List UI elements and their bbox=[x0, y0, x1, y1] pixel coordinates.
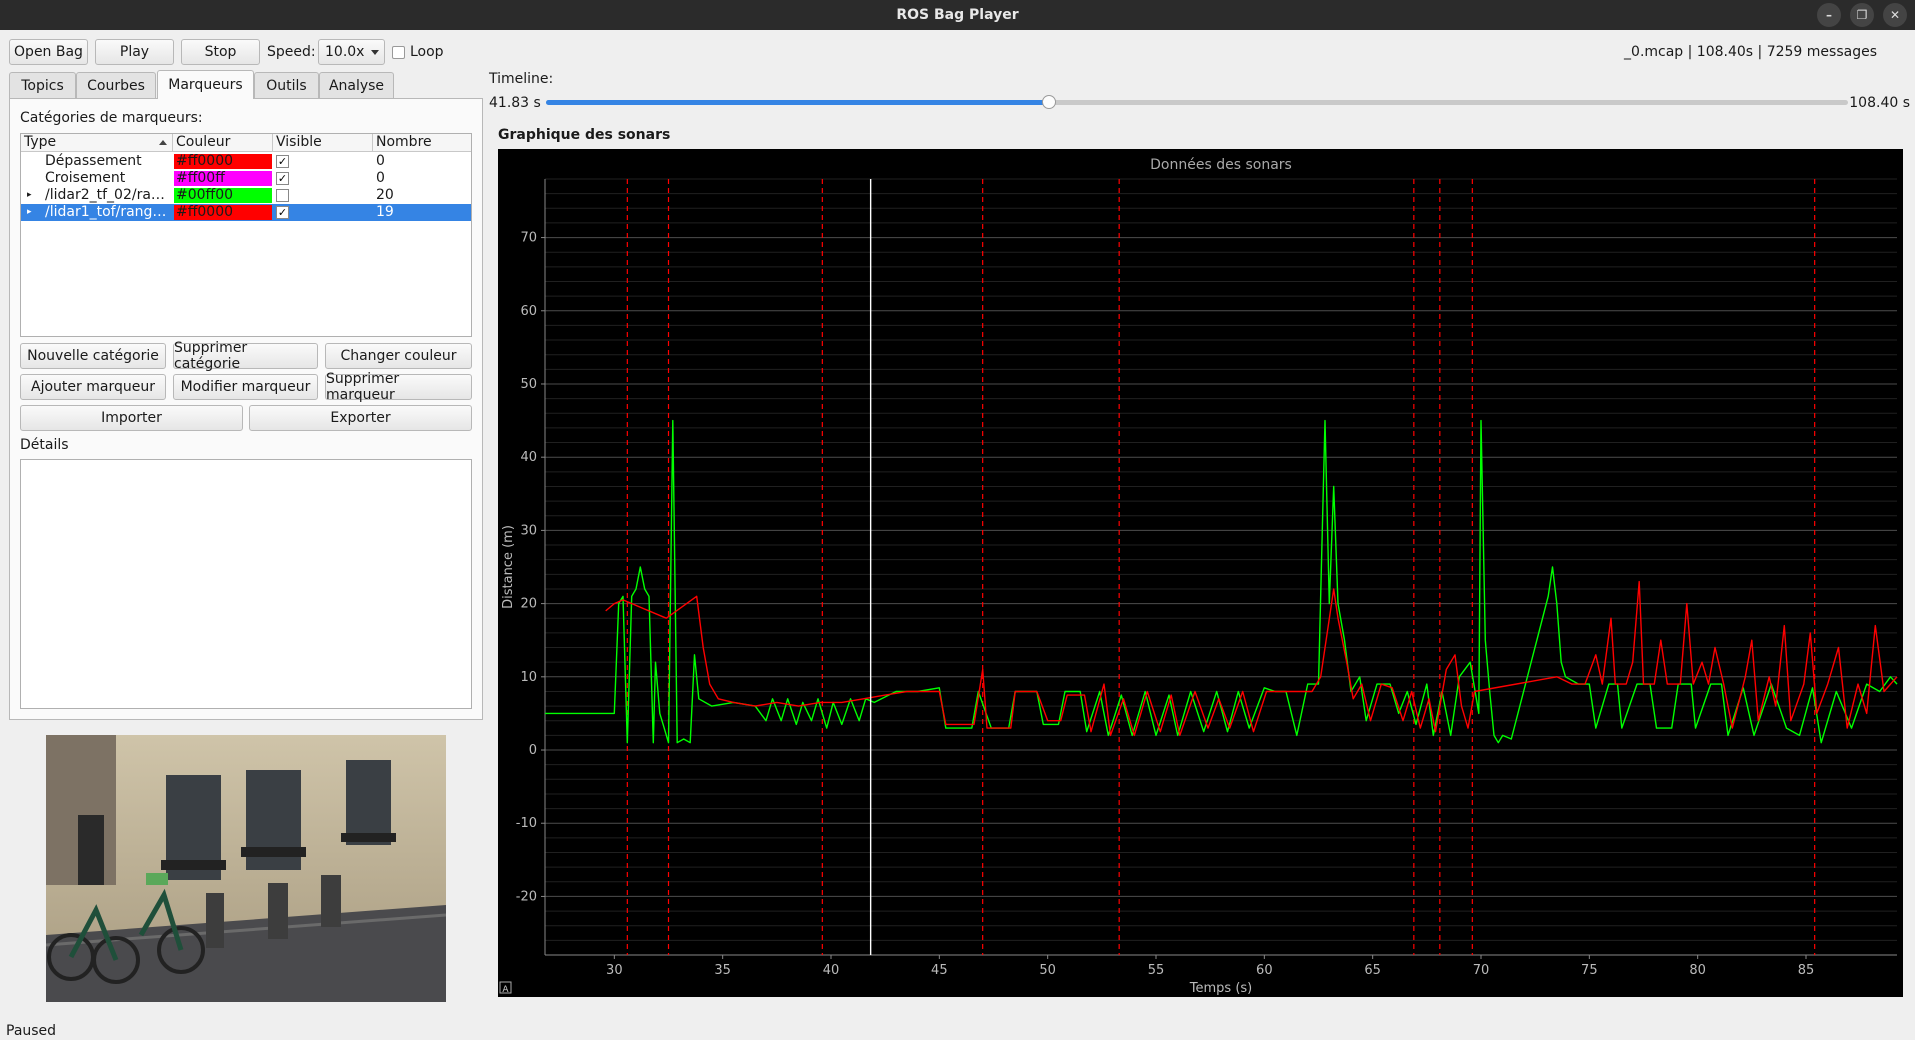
marker-type: Dépassement bbox=[45, 153, 142, 169]
new-category-button[interactable]: Nouvelle catégorie bbox=[20, 343, 166, 369]
visible-checkbox[interactable]: ✓ bbox=[276, 172, 289, 185]
column-header-type[interactable]: Type bbox=[21, 134, 173, 152]
tab-topics[interactable]: Topics bbox=[9, 72, 76, 98]
table-row[interactable]: Dépassement #ff0000 ✓ 0 bbox=[21, 153, 471, 170]
sort-ascending-icon bbox=[159, 140, 167, 145]
stop-button[interactable]: Stop bbox=[181, 39, 260, 65]
delete-marker-button[interactable]: Supprimer marqueur bbox=[325, 371, 472, 403]
window-title: ROS Bag Player bbox=[896, 7, 1019, 23]
x-tick-label: 65 bbox=[1364, 963, 1381, 978]
marker-count: 0 bbox=[376, 170, 385, 186]
chevron-down-icon bbox=[371, 50, 379, 55]
color-swatch[interactable]: #ff0000 bbox=[174, 154, 272, 169]
x-tick-label: 70 bbox=[1473, 963, 1490, 978]
visible-checkbox[interactable]: ✓ bbox=[276, 155, 289, 168]
y-tick-label: 10 bbox=[520, 670, 537, 685]
table-row[interactable]: ▸ /lidar2_tf_02/ra… #00ff00 20 bbox=[21, 187, 471, 204]
export-button[interactable]: Exporter bbox=[249, 405, 472, 431]
status-bar-text: Paused bbox=[6, 1023, 57, 1039]
x-tick-label: 35 bbox=[714, 963, 731, 978]
marker-count: 0 bbox=[376, 153, 385, 169]
timeline-end: 108.40 s bbox=[1849, 95, 1910, 111]
import-button[interactable]: Importer bbox=[20, 405, 243, 431]
sonar-chart-svg: -20 -10 0 10 20 30 40 50 60 70 30 35 40 45 50 55 60 65 70 7… bbox=[499, 157, 1898, 996]
visible-checkbox[interactable]: ✓ bbox=[276, 206, 289, 219]
open-bag-button[interactable]: Open Bag bbox=[9, 39, 88, 65]
categories-label: Catégories de marqueurs: bbox=[20, 110, 203, 126]
details-area[interactable] bbox=[20, 459, 472, 709]
change-color-button[interactable]: Changer couleur bbox=[325, 343, 472, 369]
x-tick-label: 50 bbox=[1039, 963, 1056, 978]
tab-marqueurs[interactable]: Marqueurs bbox=[157, 70, 254, 99]
x-tick-label: 55 bbox=[1148, 963, 1165, 978]
color-swatch[interactable]: #ff00ff bbox=[174, 171, 272, 186]
maximize-icon[interactable]: ❐ bbox=[1850, 3, 1874, 27]
x-tick-label: 85 bbox=[1798, 963, 1815, 978]
marker-type: Croisement bbox=[45, 170, 126, 186]
delete-category-button[interactable]: Supprimer catégorie bbox=[173, 340, 318, 372]
loop-checkbox[interactable] bbox=[392, 46, 405, 59]
title-bar: ROS Bag Player – ❐ ✕ bbox=[0, 0, 1915, 30]
x-tick-label: 80 bbox=[1689, 963, 1706, 978]
loop-label: Loop bbox=[410, 44, 444, 60]
table-row[interactable]: ▸ /lidar1_tof/rang… #ff0000 ✓ 19 bbox=[21, 204, 471, 221]
column-header-visible[interactable]: Visible bbox=[273, 134, 373, 152]
column-header-color[interactable]: Couleur bbox=[173, 134, 273, 152]
x-tick-label: 60 bbox=[1256, 963, 1273, 978]
y-tick-label: 0 bbox=[529, 743, 537, 758]
autoscale-icon: A bbox=[502, 985, 509, 995]
tab-courbes[interactable]: Courbes bbox=[76, 72, 156, 98]
column-header-count[interactable]: Nombre bbox=[373, 134, 471, 152]
y-tick-label: 50 bbox=[520, 377, 537, 392]
x-tick-label: 45 bbox=[931, 963, 948, 978]
visible-checkbox[interactable] bbox=[276, 189, 289, 202]
table-row[interactable]: Croisement #ff00ff ✓ 0 bbox=[21, 170, 471, 187]
sonar-chart[interactable]: -20 -10 0 10 20 30 40 50 60 70 30 35 40 45 50 55 60 65 70 7… bbox=[498, 149, 1903, 997]
play-button[interactable]: Play bbox=[95, 39, 174, 65]
speed-select[interactable]: 10.0x bbox=[318, 39, 385, 65]
y-tick-label: 20 bbox=[520, 597, 537, 612]
timeline-current: 41.83 s bbox=[489, 95, 541, 111]
y-tick-label: 70 bbox=[520, 231, 537, 246]
tab-analyse[interactable]: Analyse bbox=[319, 72, 394, 98]
marker-type: /lidar1_tof/rang… bbox=[45, 204, 167, 220]
color-swatch[interactable]: #ff0000 bbox=[174, 205, 272, 220]
y-tick-label: 60 bbox=[520, 304, 537, 319]
add-marker-button[interactable]: Ajouter marqueur bbox=[20, 374, 166, 400]
series-line bbox=[545, 419, 1898, 744]
y-tick-label: 30 bbox=[520, 523, 537, 538]
markers-table[interactable]: Type Couleur Visible Nombre Dépassement #… bbox=[20, 133, 472, 337]
y-tick-label: 40 bbox=[520, 450, 537, 465]
camera-image bbox=[46, 735, 446, 1002]
timeline-slider-fill bbox=[546, 100, 1049, 105]
tab-outils[interactable]: Outils bbox=[254, 72, 319, 98]
details-label: Détails bbox=[20, 437, 69, 453]
edit-marker-button[interactable]: Modifier marqueur bbox=[173, 374, 318, 400]
speed-label: Speed: bbox=[267, 44, 316, 60]
x-axis-label: Temps (s) bbox=[1189, 981, 1252, 996]
y-tick-label: -20 bbox=[516, 889, 537, 904]
color-swatch[interactable]: #00ff00 bbox=[174, 188, 272, 203]
expand-arrow-icon[interactable]: ▸ bbox=[27, 187, 32, 204]
speed-value: 10.0x bbox=[325, 44, 365, 60]
timeline-slider-handle[interactable] bbox=[1041, 95, 1056, 109]
expand-arrow-icon[interactable]: ▸ bbox=[27, 204, 32, 221]
close-icon[interactable]: ✕ bbox=[1883, 3, 1907, 27]
marker-type: /lidar2_tf_02/ra… bbox=[45, 187, 165, 203]
chart-title: Données des sonars bbox=[1150, 157, 1292, 173]
file-info: _0.mcap | 108.40s | 7259 messages bbox=[1624, 44, 1877, 60]
marker-count: 20 bbox=[376, 187, 394, 203]
marker-count: 19 bbox=[376, 204, 394, 220]
x-tick-label: 75 bbox=[1581, 963, 1598, 978]
x-tick-label: 30 bbox=[606, 963, 623, 978]
x-tick-label: 40 bbox=[823, 963, 840, 978]
minimize-icon[interactable]: – bbox=[1817, 3, 1841, 27]
timeline-label: Timeline: bbox=[489, 71, 554, 87]
y-tick-label: -10 bbox=[516, 816, 537, 831]
y-axis-label: Distance (m) bbox=[501, 525, 516, 609]
chart-section-title: Graphique des sonars bbox=[498, 127, 671, 143]
